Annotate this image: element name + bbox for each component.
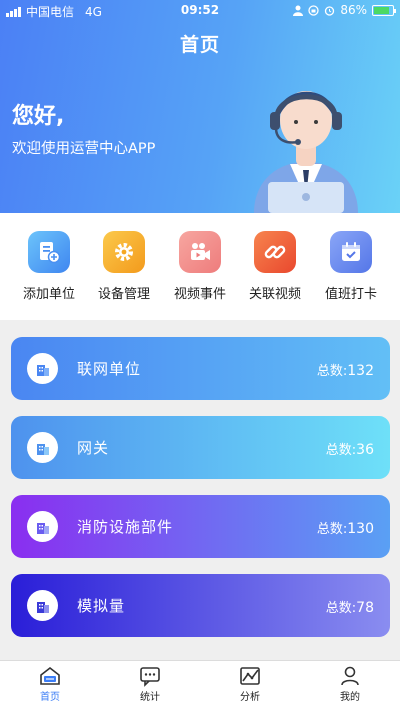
card-total: 总数:78	[325, 600, 374, 616]
tab-statistics[interactable]: 统计	[125, 665, 175, 703]
building-icon	[27, 511, 58, 542]
card-title: 网关	[77, 439, 110, 457]
stats-card-networked-units[interactable]: 联网单位 总数:132	[11, 337, 390, 400]
page-title: 首页	[179, 34, 220, 56]
customer-service-illustration	[254, 91, 358, 213]
card-total: 总数:132	[316, 363, 374, 379]
quick-action-label: 值班打卡	[324, 287, 377, 302]
analysis-chart-icon	[240, 667, 260, 685]
hero-banner: 中国电信 4G 09:52 86% 首页 您好, 欢迎使用运营中心APP	[0, 0, 400, 213]
battery-icon	[372, 4, 396, 16]
add-unit-icon	[28, 231, 70, 273]
quick-action-duty-checkin[interactable]: 值班打卡	[313, 231, 389, 302]
gear-icon	[103, 231, 145, 273]
home-icon	[40, 666, 60, 685]
video-camera-icon	[179, 231, 221, 273]
link-icon	[254, 231, 296, 273]
stats-card-gateway[interactable]: 网关 总数:36	[11, 416, 390, 479]
card-title: 消防设施部件	[77, 518, 174, 536]
user-icon	[341, 666, 359, 686]
tab-label: 首页	[40, 692, 60, 703]
stats-card-fire-facility-parts[interactable]: 消防设施部件 总数:130	[11, 495, 390, 558]
building-icon	[27, 432, 58, 463]
quick-action-label: 添加单位	[22, 287, 75, 302]
quick-actions-panel: 添加单位 设备管理 视频事件 关联视频 值班打卡	[0, 213, 400, 320]
quick-action-linked-video[interactable]: 关联视频	[237, 231, 313, 302]
calendar-check-icon	[330, 231, 372, 273]
building-icon	[27, 353, 58, 384]
battery-percent: 86%	[340, 3, 367, 17]
person-icon	[293, 5, 304, 16]
quick-action-device-management[interactable]: 设备管理	[86, 231, 162, 302]
card-title: 联网单位	[77, 360, 142, 378]
card-title: 模拟量	[77, 597, 126, 615]
quick-action-video-events[interactable]: 视频事件	[162, 231, 238, 302]
tab-analysis[interactable]: 分析	[225, 665, 275, 703]
welcome-text: 欢迎使用运营中心APP	[12, 141, 156, 157]
status-bar: 中国电信 4G 09:52 86%	[0, 0, 400, 22]
quick-action-label: 视频事件	[173, 287, 226, 302]
tab-label: 分析	[240, 692, 260, 703]
alarm-icon	[325, 5, 335, 16]
quick-action-label: 关联视频	[248, 287, 301, 302]
stats-card-analog[interactable]: 模拟量 总数:78	[11, 574, 390, 637]
card-total: 总数:130	[316, 521, 374, 537]
quick-action-add-unit[interactable]: 添加单位	[11, 231, 87, 302]
tab-label: 我的	[340, 692, 360, 703]
building-icon	[27, 590, 58, 621]
tab-label: 统计	[140, 692, 160, 703]
card-total: 总数:36	[325, 442, 374, 458]
chat-stats-icon	[140, 667, 160, 687]
quick-action-label: 设备管理	[97, 287, 150, 302]
greeting-text: 您好,	[12, 104, 65, 129]
bottom-tab-bar: 首页 统计 分析 我的	[0, 660, 400, 710]
tab-mine[interactable]: 我的	[325, 665, 375, 703]
lock-rotation-icon	[308, 4, 319, 16]
tab-home[interactable]: 首页	[25, 665, 75, 703]
